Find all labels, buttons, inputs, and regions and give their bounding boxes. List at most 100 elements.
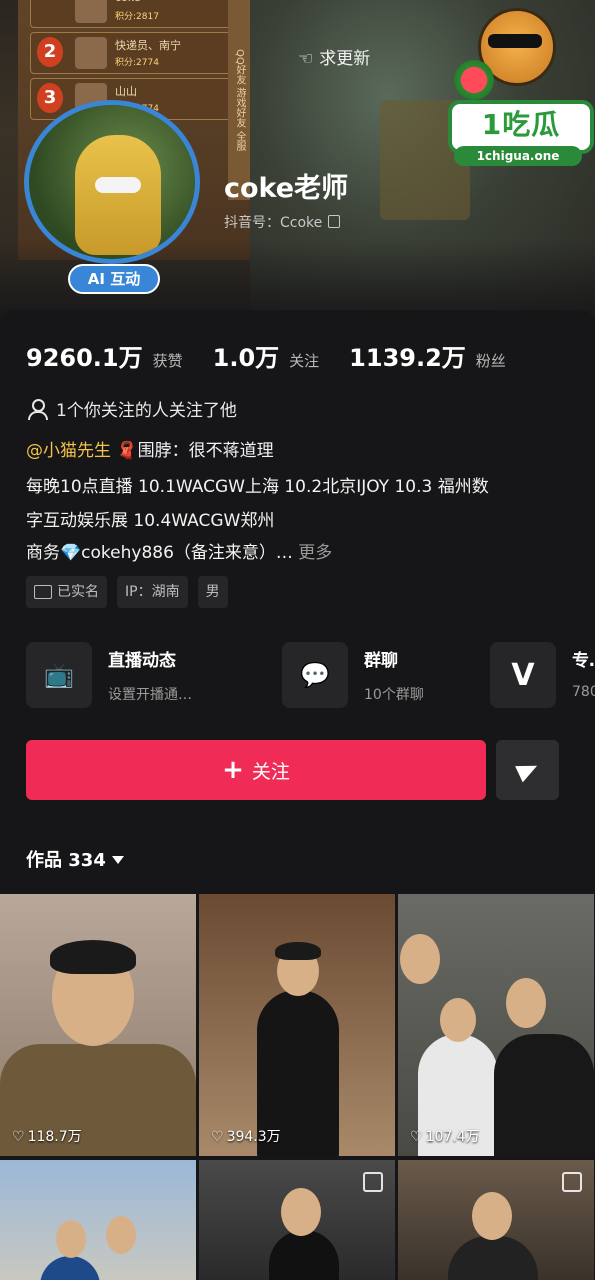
player-score: 积分:2817: [115, 12, 159, 22]
id-card-icon: [34, 585, 52, 599]
bio-more-link[interactable]: 更多: [293, 543, 332, 563]
tag-label: IP：湖南: [125, 584, 180, 600]
bio-line: 每晚10点直播 10.1WACGW上海 10.2北京IJOY 10.3 福州数: [26, 477, 489, 497]
tv-icon: 📺: [26, 642, 92, 708]
shortcut-title: 专…: [572, 651, 595, 671]
person-head: [440, 998, 476, 1042]
player-avatar: [75, 0, 107, 23]
video-likes: ♡ 118.7万: [12, 1126, 82, 1146]
video-thumbnail[interactable]: ♡ 118.7万: [0, 894, 196, 1156]
mutual-follow-hint[interactable]: 1个你关注的人关注了他: [26, 396, 237, 421]
person-head: [472, 1192, 512, 1240]
bio-line: @小猫先生 🧣围脖：很不蒋道理: [26, 436, 274, 461]
leaderboard-row: 2 快递员、南宁 积分:2774: [30, 32, 232, 74]
bio-text: 🧣围脖：很不蒋道理: [116, 441, 274, 461]
person-head: [56, 1220, 86, 1258]
shortcut-title: 直播动态: [108, 651, 176, 671]
shortcut-subtitle: 10个群聊: [364, 687, 424, 703]
goat-character: [75, 135, 161, 255]
followers-count[interactable]: 1139.2万: [349, 338, 466, 373]
person-figure: [494, 1034, 594, 1156]
followers-label: 粉丝: [475, 352, 506, 370]
video-thumbnail[interactable]: ♡ 107.4万: [398, 894, 594, 1156]
person-head: [400, 934, 440, 984]
following-count[interactable]: 1.0万: [213, 338, 280, 373]
likes-count-text: 118.7万: [27, 1129, 82, 1145]
share-button[interactable]: [496, 740, 559, 800]
likes-count-text: 107.4万: [425, 1129, 480, 1145]
watermelon-icon: [454, 60, 494, 100]
update-request-label: 求更新: [319, 49, 371, 69]
shortcut-title: 群聊: [364, 651, 398, 671]
person-hair: [50, 940, 136, 974]
avatar[interactable]: [24, 100, 208, 264]
player-name: coke: [115, 0, 141, 4]
bio-line: 商务💎cokehy886（备注来意）… 更多: [26, 538, 332, 563]
works-tab[interactable]: 作品 334: [26, 846, 124, 872]
likes-count-text: 394.3万: [226, 1129, 281, 1145]
video-grid: ♡ 118.7万 ♡ 394.3万 ♡ 107.4万: [0, 894, 595, 1280]
shortcut-subtitle: 780: [572, 684, 595, 700]
player-name: 快递员、南宁: [115, 39, 181, 52]
leaderboard-row: coke 积分:2817: [30, 0, 232, 28]
works-tab-label: 作品 334: [26, 850, 106, 871]
shortcut-subtitle: 设置开播通…: [108, 687, 192, 703]
person-hair: [275, 942, 321, 960]
chat-icon: 💬: [282, 642, 348, 708]
douyin-id-text: 抖音号：Ccoke: [224, 215, 323, 231]
heart-icon: ♡: [12, 1129, 25, 1145]
person-figure: [40, 1256, 100, 1280]
person-figure: [448, 1236, 538, 1280]
follow-button[interactable]: + 关注: [26, 740, 486, 800]
avatar-image: [24, 100, 200, 264]
profile-name: coke老师: [224, 173, 349, 204]
video-thumbnail[interactable]: [199, 1160, 395, 1280]
tag-verified: 已实名: [26, 576, 107, 608]
pinned-icon: [363, 1172, 383, 1192]
likes-count[interactable]: 9260.1万: [26, 338, 143, 373]
profile-shortcuts: 📺 直播动态 设置开播通… 💬 群聊 10个群聊 V 专… 780: [26, 642, 595, 708]
bio-mention[interactable]: @小猫先生: [26, 441, 111, 461]
douyin-id[interactable]: 抖音号：Ccoke: [224, 212, 341, 232]
bio-line: 字互动娱乐展 10.4WACGW郑州: [26, 511, 275, 531]
tag-label: 已实名: [57, 584, 99, 600]
likes-label: 获赞: [152, 352, 183, 370]
player-name: 山山: [115, 85, 137, 98]
profile-tags: 已实名 IP：湖南 男: [26, 576, 228, 608]
watermark-logo: 1吃瓜 1chigua.one: [448, 8, 594, 168]
follow-button-label: 关注: [251, 760, 290, 783]
person-icon: [26, 398, 48, 420]
person-head: [281, 1188, 321, 1236]
rank-number: 2: [37, 37, 63, 67]
person-head: [506, 978, 546, 1028]
heart-icon: ♡: [211, 1129, 224, 1145]
video-likes: ♡ 107.4万: [410, 1126, 480, 1146]
sunglasses-icon: [488, 34, 542, 48]
video-thumbnail[interactable]: [398, 1160, 594, 1280]
send-icon: [514, 757, 541, 783]
plus-icon: +: [222, 755, 244, 785]
ai-interaction-badge[interactable]: AI 互动: [68, 264, 160, 294]
tag-ip: IP：湖南: [117, 576, 188, 608]
person-figure: [269, 1230, 339, 1280]
profile-stats: 9260.1万 获赞 1.0万 关注 1139.2万 粉丝: [26, 338, 536, 374]
pinned-icon: [562, 1172, 582, 1192]
bio-text: 商务💎cokehy886（备注来意）…: [26, 543, 293, 563]
caret-down-icon[interactable]: [111, 856, 124, 864]
mutual-follow-text: 1个你关注的人关注了他: [56, 401, 237, 421]
player-avatar: [75, 37, 107, 69]
watermark-url: 1chigua.one: [454, 146, 582, 166]
update-request[interactable]: ☜ 求更新: [298, 44, 370, 69]
tag-gender: 男: [197, 576, 228, 608]
v-icon: V: [490, 642, 556, 708]
following-label: 关注: [289, 352, 320, 370]
person-head: [106, 1216, 136, 1254]
tag-label: 男: [205, 584, 220, 600]
pointing-hand-icon: ☜: [298, 49, 314, 69]
video-thumbnail[interactable]: [0, 1160, 196, 1280]
heart-icon: ♡: [410, 1129, 423, 1145]
video-likes: ♡ 394.3万: [211, 1126, 281, 1146]
player-score: 积分:2774: [115, 58, 159, 68]
video-thumbnail[interactable]: ♡ 394.3万: [199, 894, 395, 1156]
copy-icon[interactable]: [328, 215, 341, 228]
